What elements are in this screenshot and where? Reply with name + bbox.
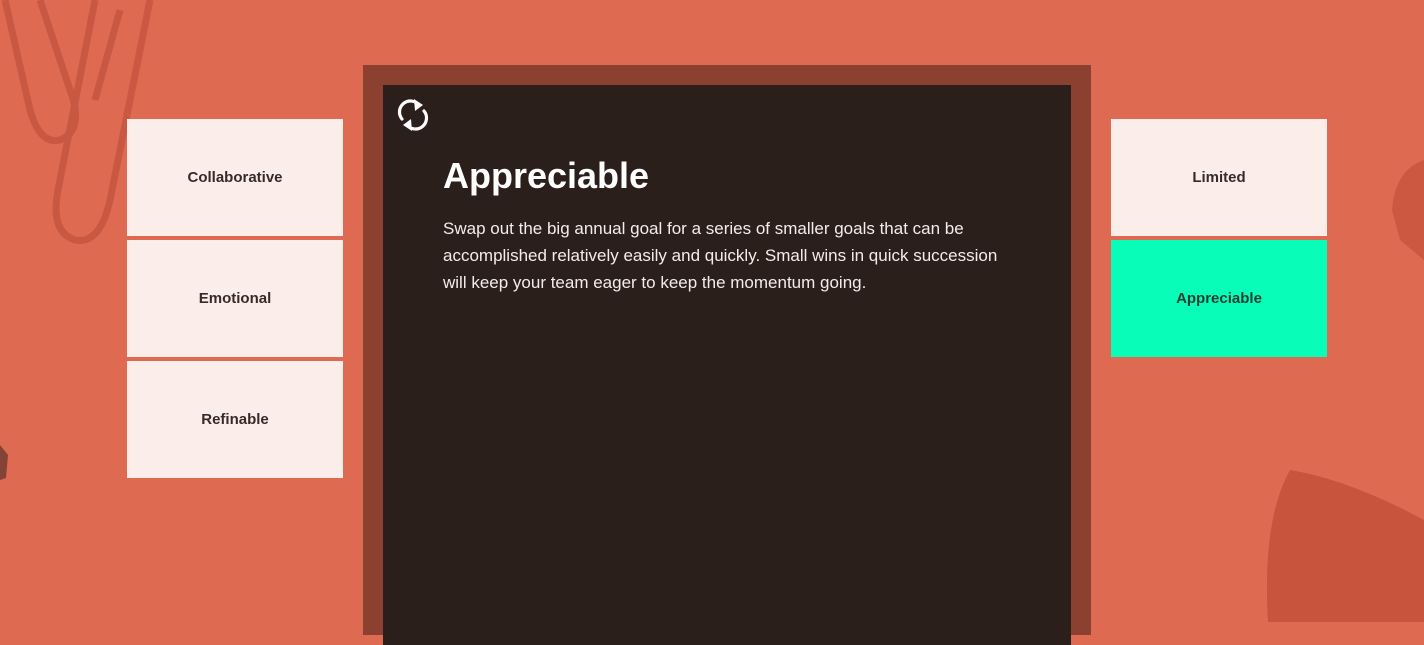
cup-decoration (1266, 470, 1424, 622)
card-collaborative[interactable]: Collaborative (127, 119, 343, 236)
detail-title: Appreciable (443, 155, 650, 196)
card-limited[interactable]: Limited (1111, 119, 1327, 236)
card-label: Limited (1192, 169, 1246, 186)
detail-description: Swap out the big annual goal for a serie… (443, 219, 998, 292)
detail-panel: Appreciable Swap out the big annual goal… (383, 85, 1071, 645)
detail-frame: Appreciable Swap out the big annual goal… (363, 65, 1091, 645)
card-label: Emotional (198, 290, 272, 307)
card-appreciable[interactable]: Appreciable (1111, 240, 1327, 357)
card-refinable[interactable]: Refinable (127, 361, 343, 478)
card-label: Refinable (201, 411, 269, 428)
card-label: Appreciable (1176, 290, 1262, 307)
card-emotional[interactable]: Emotional (127, 240, 343, 357)
left-edge-decoration (0, 445, 8, 480)
card-label: Collaborative (187, 169, 283, 186)
corner-object-decoration (1392, 160, 1424, 260)
refresh-icon[interactable] (395, 95, 431, 135)
